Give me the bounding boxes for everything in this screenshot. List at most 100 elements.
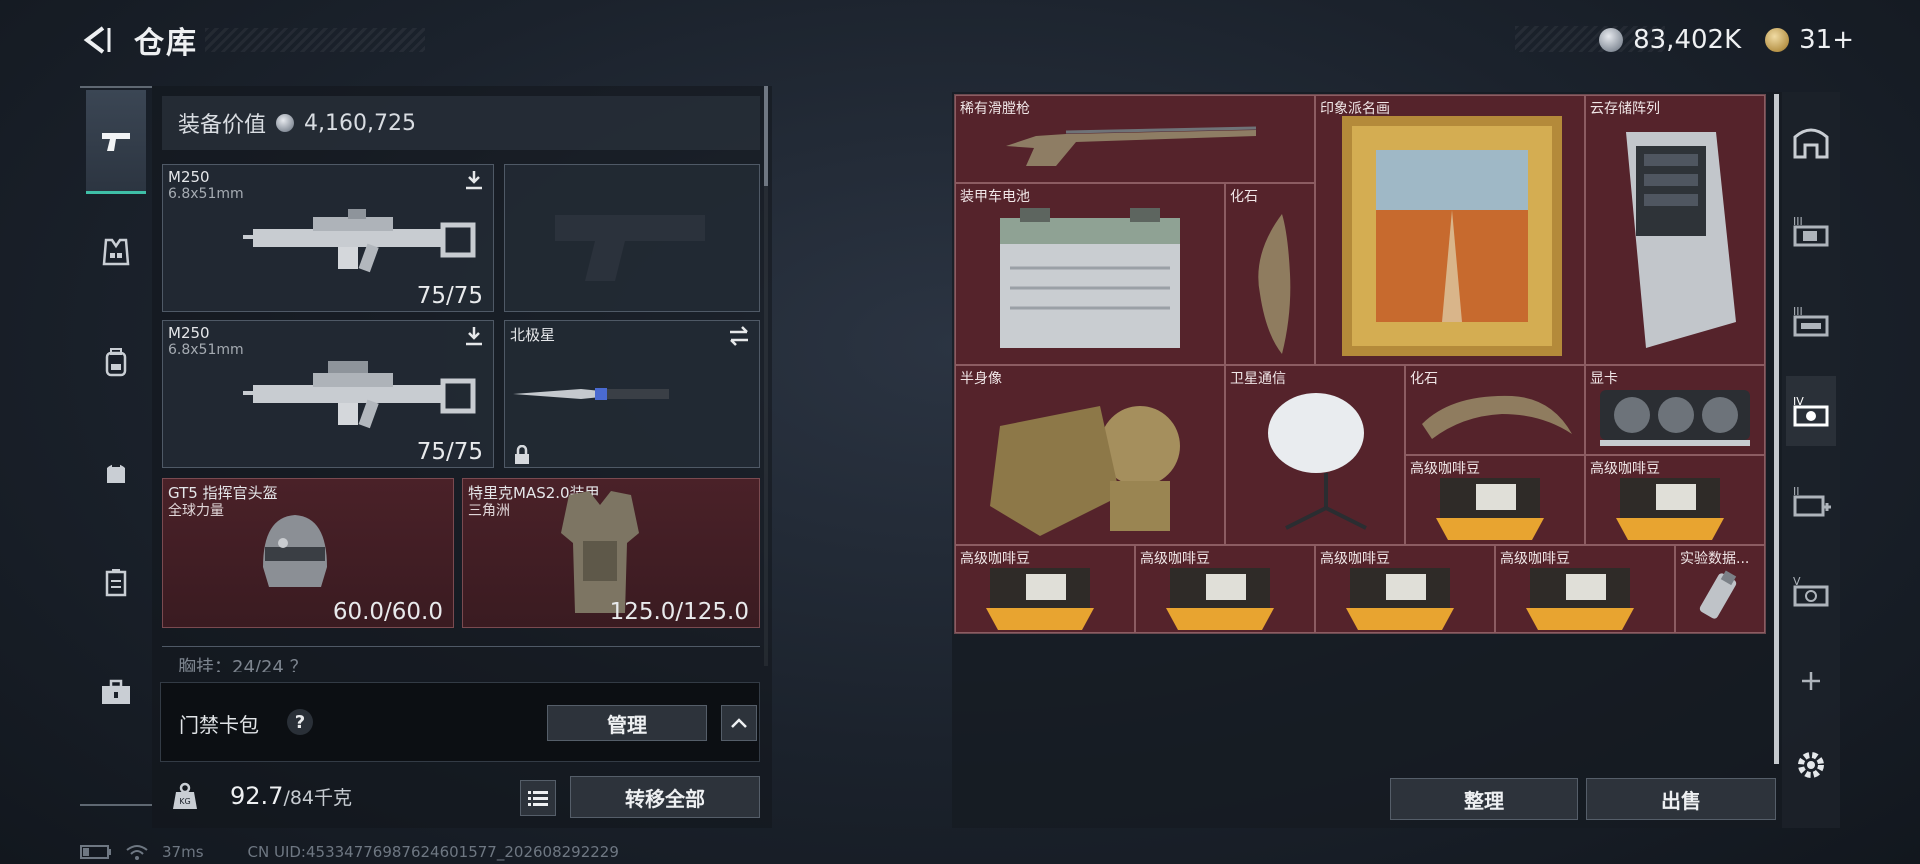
tab-storage-V[interactable]: V xyxy=(1786,556,1836,626)
coffee-bag-icon xyxy=(1346,568,1454,630)
backpack-icon xyxy=(105,348,127,377)
pistol-icon xyxy=(102,132,130,151)
weapon-caliber: 6.8x51mm xyxy=(168,186,244,202)
helmet-icon xyxy=(263,515,327,587)
tab-storage-III-a[interactable]: III xyxy=(1786,196,1836,266)
item-label: 装甲车电池 xyxy=(960,189,1030,205)
toolbox-icon xyxy=(102,679,130,704)
item-label: 实验数据... xyxy=(1680,551,1750,567)
tab-storage-III-b[interactable]: III xyxy=(1786,286,1836,356)
swap-icon[interactable] xyxy=(727,325,751,347)
storage-grid: 稀有滑膛枪 印象派名画 云存储阵列 装甲车电池 化石 半身像 卫星通信 化石 显… xyxy=(954,94,1766,634)
item-label: 显卡 xyxy=(1590,371,1618,387)
tab-home[interactable] xyxy=(1786,106,1836,176)
melee-name: 北极星 xyxy=(510,326,556,344)
coffee-bag-icon xyxy=(986,568,1094,630)
loadout-scroll-thumb[interactable] xyxy=(764,86,768,186)
storage-scrollbar[interactable] xyxy=(1774,94,1779,764)
nav-container[interactable] xyxy=(86,530,146,634)
sort-button[interactable]: 整理 xyxy=(1390,778,1578,820)
status-bar: 37ms CN UID:45334776987624601577_2026082… xyxy=(80,842,619,862)
item-premium-coffee[interactable]: 高级咖啡豆 xyxy=(1135,545,1315,633)
collapse-button[interactable] xyxy=(721,705,757,741)
transfer-all-button[interactable]: 转移全部 xyxy=(570,776,760,818)
keycard-wallet-panel: 门禁卡包 ? 管理 xyxy=(160,682,760,762)
item-graphics-card[interactable]: 显卡 xyxy=(1585,365,1765,455)
sell-button[interactable]: 出售 xyxy=(1586,778,1776,820)
back-arrow-icon xyxy=(83,26,111,54)
item-satellite-comms[interactable]: 卫星通信 xyxy=(1225,365,1405,545)
armor-slot[interactable]: 特里克MAS2.0装甲 三角洲 125.0/125.0 xyxy=(462,478,760,628)
primary-weapon-slot-1[interactable]: M250 6.8x51mm 75/75 xyxy=(162,164,494,312)
add-tab-button[interactable] xyxy=(1786,646,1836,716)
item-premium-coffee[interactable]: 高级咖啡豆 xyxy=(1585,455,1765,545)
current-weight: 92.7 xyxy=(230,782,284,810)
item-label: 化石 xyxy=(1410,371,1438,387)
armor-brand: 三角洲 xyxy=(468,503,510,519)
secondary-weapon-slot-empty[interactable] xyxy=(504,164,760,312)
item-premium-coffee[interactable]: 高级咖啡豆 xyxy=(1495,545,1675,633)
storage-III-b-icon: III xyxy=(1793,305,1829,337)
back-button[interactable] xyxy=(78,20,114,60)
helmet-slot[interactable]: GT5 指挥官头盔 全球力量 60.0/60.0 xyxy=(162,478,454,628)
item-experiment-data[interactable]: 实验数据... xyxy=(1675,545,1765,633)
item-armored-battery[interactable]: 装甲车电池 xyxy=(955,183,1225,365)
bust-icon xyxy=(990,406,1180,536)
nav-armor[interactable] xyxy=(86,200,146,304)
storage-tabs: III III IV II V xyxy=(1782,92,1840,828)
home-tab-icon xyxy=(1793,128,1829,159)
nav-weapons[interactable] xyxy=(86,90,146,194)
item-fossil-claw[interactable]: 化石 xyxy=(1405,365,1585,455)
item-rare-musket[interactable]: 稀有滑膛枪 xyxy=(955,95,1315,183)
tab-storage-IV[interactable]: IV xyxy=(1786,376,1836,446)
weapon-name: M250 xyxy=(168,324,210,342)
silver-currency-value: 83,402K xyxy=(1633,25,1742,55)
item-premium-coffee[interactable]: 高级咖啡豆 xyxy=(955,545,1135,633)
weight-display: 92.7/84千克 xyxy=(230,782,352,810)
item-cloud-storage-array[interactable]: 云存储阵列 xyxy=(1585,95,1765,365)
lock-icon xyxy=(515,445,529,464)
machine-gun-icon xyxy=(243,209,476,273)
title-decoration xyxy=(205,28,425,52)
item-label: 高级咖啡豆 xyxy=(1320,551,1390,567)
item-fossil-tooth[interactable]: 化石 xyxy=(1225,183,1315,365)
user-uid: CN UID:45334776987624601577_202608292229 xyxy=(247,843,619,861)
tab-storage-II[interactable]: II xyxy=(1786,466,1836,536)
gold-coin-icon xyxy=(1765,28,1790,52)
satellite-dish-icon xyxy=(1268,393,1367,530)
nav-backpack[interactable] xyxy=(86,310,146,414)
pouch-icon xyxy=(107,464,125,483)
primary-weapon-slot-2[interactable]: M250 6.8x51mm 75/75 xyxy=(162,320,494,468)
left-category-nav xyxy=(80,86,152,806)
storage-III-a-icon: III xyxy=(1793,215,1829,247)
nav-medical[interactable] xyxy=(86,640,146,744)
weight-row: KG 92.7/84千克 转移全部 xyxy=(152,766,772,828)
item-premium-coffee[interactable]: 高级咖啡豆 xyxy=(1315,545,1495,633)
gold-currency-value[interactable]: 31+ xyxy=(1799,25,1854,55)
item-bust-statue[interactable]: 半身像 xyxy=(955,365,1225,545)
coffee-bag-icon xyxy=(1616,478,1724,540)
usb-drive-icon xyxy=(1699,570,1737,619)
nav-bag[interactable] xyxy=(86,420,146,524)
silver-coin-icon xyxy=(276,114,295,132)
item-label: 高级咖啡豆 xyxy=(1410,461,1480,477)
item-impressionist-painting[interactable]: 印象派名画 xyxy=(1315,95,1585,365)
battery-icon xyxy=(1000,208,1180,348)
chest-rig-row[interactable]: 胸挂：24/24 ？ xyxy=(162,646,760,672)
helmet-durability: 60.0/60.0 xyxy=(332,599,443,625)
list-icon xyxy=(528,791,548,806)
fossil-claw-icon xyxy=(1422,395,1572,439)
case-icon xyxy=(105,569,127,597)
item-premium-coffee[interactable]: 高级咖啡豆 xyxy=(1405,455,1585,545)
coffee-bag-icon xyxy=(1526,568,1634,630)
item-label: 卫星通信 xyxy=(1230,371,1286,387)
item-label: 稀有滑膛枪 xyxy=(960,101,1030,117)
settings-button[interactable] xyxy=(1786,730,1836,800)
manage-button[interactable]: 管理 xyxy=(547,705,707,741)
melee-weapon-slot[interactable]: 北极星 xyxy=(504,320,760,468)
list-view-button[interactable] xyxy=(520,780,556,816)
item-label: 化石 xyxy=(1230,189,1258,205)
help-button[interactable]: ? xyxy=(287,709,313,735)
helmet-brand: 全球力量 xyxy=(168,503,224,519)
storage-V-icon: V xyxy=(1793,575,1829,607)
